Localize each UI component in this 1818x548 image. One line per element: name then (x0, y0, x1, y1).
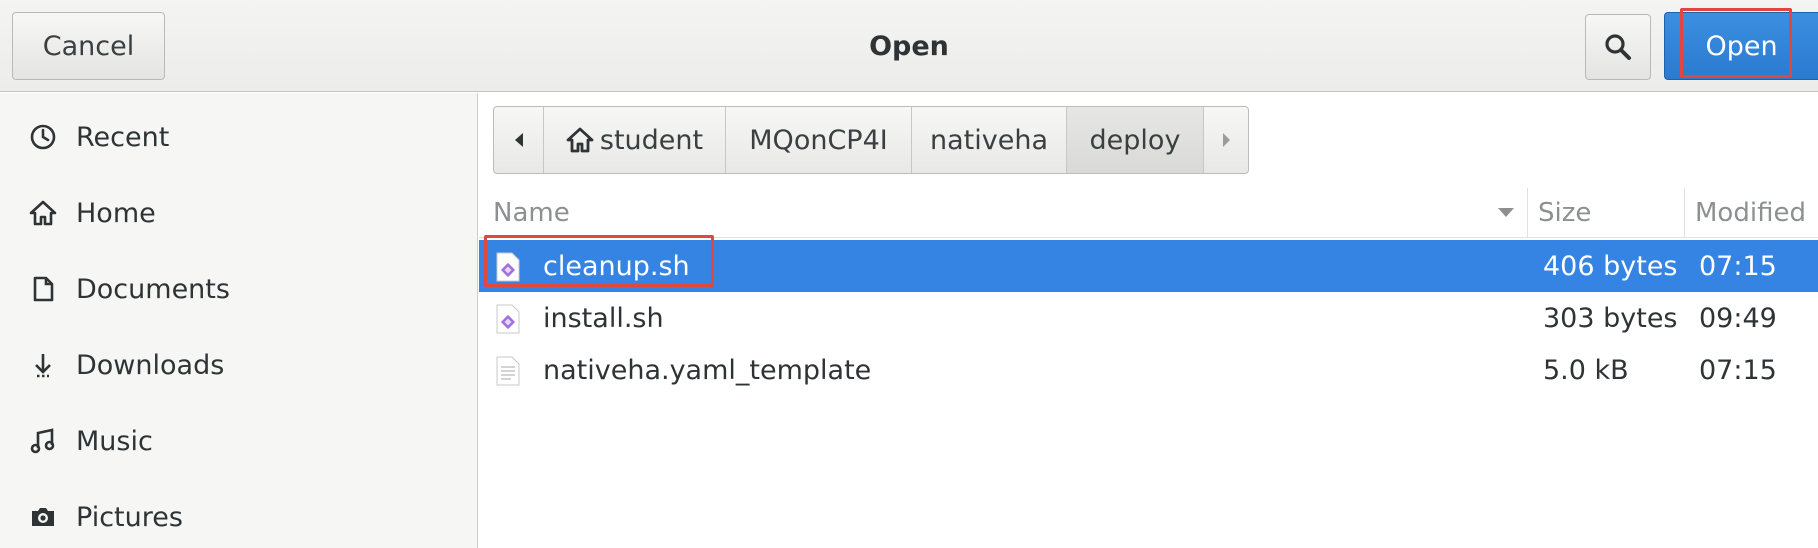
file-row-cleanup-sh[interactable]: cleanup.sh 406 bytes 07:15 (479, 240, 1818, 292)
path-segment-label: nativeha (930, 124, 1048, 156)
column-header-name[interactable]: Name (479, 188, 1527, 238)
column-header-label: Name (493, 197, 570, 228)
file-size: 5.0 kB (1543, 354, 1629, 386)
sidebar-item-label: Music (76, 425, 153, 457)
sidebar-item-label: Home (76, 197, 156, 229)
document-icon (28, 274, 58, 304)
music-icon (28, 426, 58, 456)
column-header-modified[interactable]: Modified (1685, 188, 1818, 238)
file-modified: 07:15 (1699, 250, 1777, 282)
path-bar: student MQonCP4I nativeha deploy (493, 106, 1249, 174)
sidebar-item-downloads[interactable]: Downloads (0, 335, 477, 395)
file-name: cleanup.sh (543, 250, 690, 282)
path-segment-mqoncp4i[interactable]: MQonCP4I (726, 107, 912, 173)
path-scroll-right-button[interactable] (1204, 107, 1248, 173)
chevron-right-icon (1223, 133, 1230, 147)
column-header-label: Modified (1695, 197, 1806, 228)
script-file-icon (496, 304, 520, 334)
file-name: nativeha.yaml_template (543, 354, 872, 386)
clock-icon (28, 122, 58, 152)
download-icon (28, 350, 58, 380)
path-segment-label: deploy (1089, 124, 1181, 156)
path-segment-label: student (599, 124, 704, 156)
sidebar-item-label: Documents (76, 273, 230, 305)
sidebar-item-label: Pictures (76, 501, 183, 533)
search-icon (1605, 34, 1631, 60)
sidebar-item-recent[interactable]: Recent (0, 107, 477, 167)
text-file-icon (496, 356, 520, 386)
sort-descending-icon (1498, 208, 1514, 217)
sidebar-item-home[interactable]: Home (0, 183, 477, 243)
column-header-size[interactable]: Size (1528, 188, 1684, 238)
file-modified: 07:15 (1699, 354, 1777, 386)
places-sidebar: Recent Home Documents Downloads Music Pi… (0, 93, 478, 548)
sidebar-item-label: Downloads (76, 349, 225, 381)
script-file-icon (496, 252, 520, 282)
path-segment-student[interactable]: student (544, 107, 726, 173)
home-icon (566, 127, 594, 153)
path-scroll-left-button[interactable] (494, 107, 544, 173)
file-row-nativeha-yaml-template[interactable]: nativeha.yaml_template 5.0 kB 07:15 (479, 344, 1818, 396)
file-size: 303 bytes (1543, 302, 1678, 334)
dialog-title: Open (869, 30, 949, 62)
path-segment-label: MQonCP4I (749, 124, 888, 156)
home-icon (28, 198, 58, 228)
sidebar-item-music[interactable]: Music (0, 411, 477, 471)
open-button[interactable]: Open (1664, 12, 1818, 80)
file-modified: 09:49 (1699, 302, 1777, 334)
path-segment-nativeha[interactable]: nativeha (912, 107, 1067, 173)
sidebar-item-documents[interactable]: Documents (0, 259, 477, 319)
chevron-left-icon (514, 133, 523, 147)
cancel-button[interactable]: Cancel (12, 12, 165, 80)
header-bar: Cancel Open Open (0, 0, 1818, 92)
column-header-label: Size (1538, 197, 1592, 228)
path-segment-deploy[interactable]: deploy (1067, 107, 1204, 173)
file-size: 406 bytes (1543, 250, 1678, 282)
sidebar-item-pictures[interactable]: Pictures (0, 487, 477, 547)
file-name: install.sh (543, 302, 664, 334)
sidebar-item-label: Recent (76, 121, 170, 153)
search-button[interactable] (1585, 14, 1651, 80)
camera-icon (28, 502, 58, 532)
file-list: Name Size Modified cleanup.sh 406 bytes … (479, 188, 1818, 548)
file-row-install-sh[interactable]: install.sh 303 bytes 09:49 (479, 292, 1818, 344)
